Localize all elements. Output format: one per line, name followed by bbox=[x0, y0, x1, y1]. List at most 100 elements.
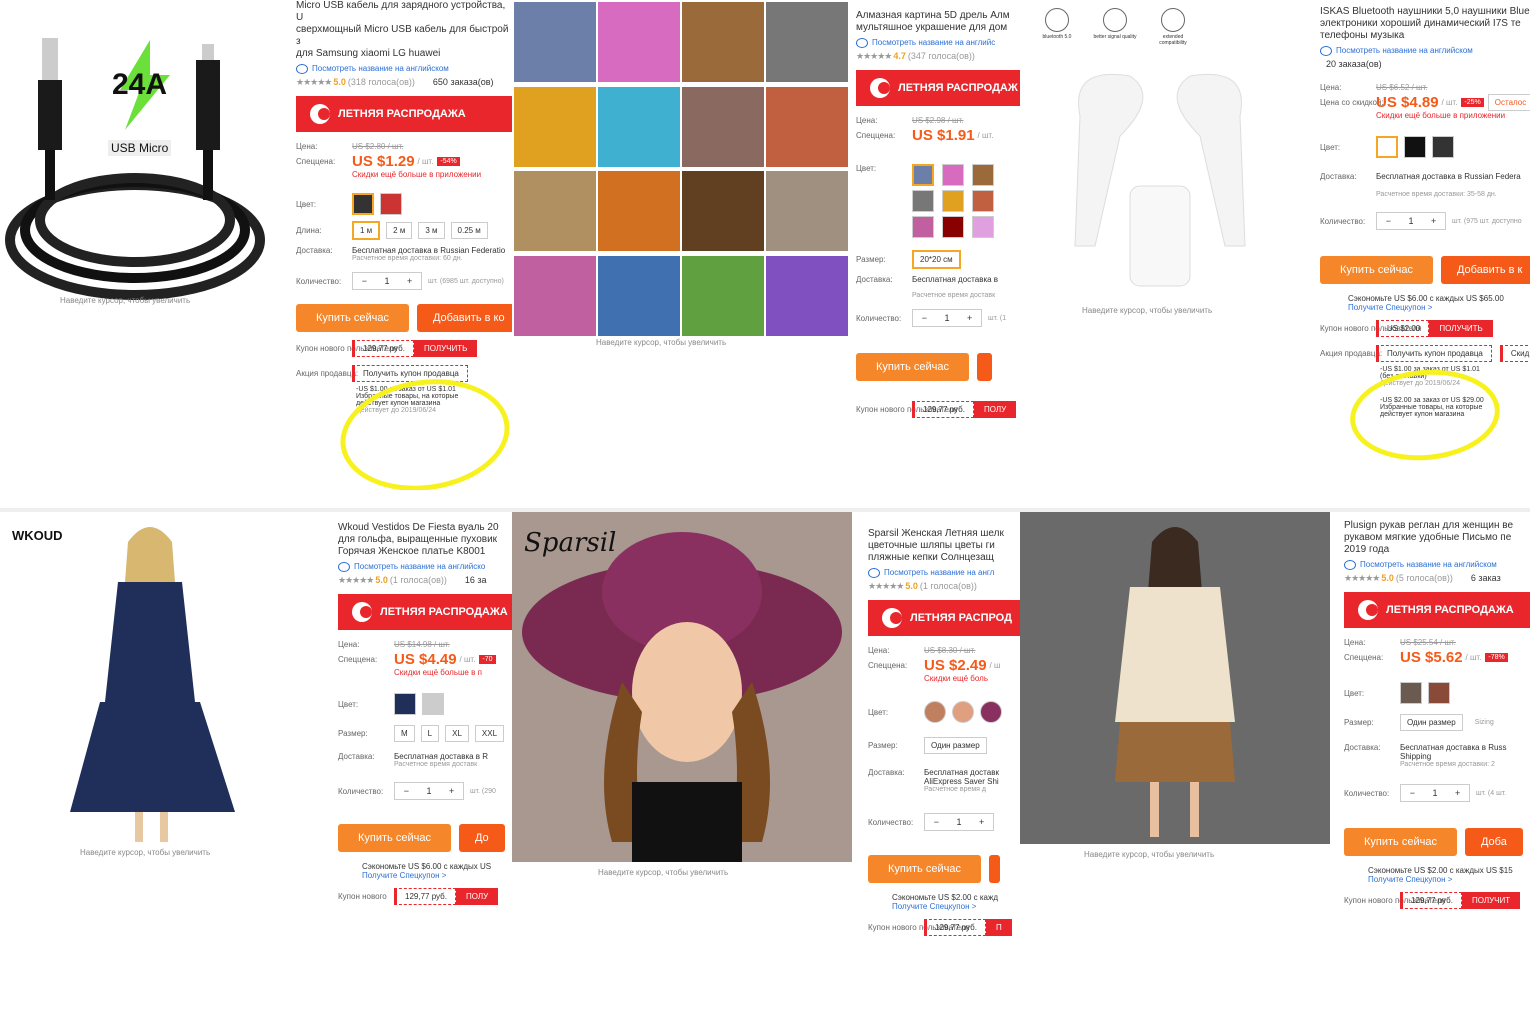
size-option[interactable]: XL bbox=[445, 725, 469, 742]
app-discount-link[interactable]: Скидки ещё больше в приложении bbox=[1376, 111, 1530, 120]
app-discount-link[interactable]: Скидки ещё больше в приложении bbox=[352, 170, 512, 179]
add-to-cart-button[interactable]: Добавить в к bbox=[1440, 256, 1530, 284]
translate-icon bbox=[868, 568, 880, 578]
color-swatch-2[interactable] bbox=[952, 701, 974, 723]
sale-price: US $1.29 bbox=[352, 153, 415, 170]
add-to-cart-button[interactable] bbox=[988, 855, 1001, 883]
product-image[interactable]: Sparsil bbox=[512, 512, 852, 862]
buy-now-button[interactable]: Купить сейчас bbox=[868, 855, 981, 883]
zoom-hint: Наведите курсор, чтобы увеличить bbox=[1084, 850, 1215, 859]
stars-icon: ★★★★★ bbox=[338, 575, 374, 585]
product-title[interactable]: ISKAS Bluetooth наушники 5,0 наушники Bl… bbox=[1320, 6, 1530, 42]
english-title-link[interactable]: Посмотреть название на английском bbox=[1320, 46, 1530, 56]
buy-now-button[interactable]: Купить сейчас bbox=[856, 353, 969, 381]
product-panel-dress: WKOUD Наведите курсор, чтобы увеличить W… bbox=[0, 512, 512, 972]
size-option[interactable]: Один размер bbox=[1400, 714, 1463, 731]
size-option[interactable]: M bbox=[394, 725, 415, 742]
buy-now-button[interactable]: Купить сейчас bbox=[296, 304, 409, 332]
english-title-link[interactable]: Посмотреть название на английском bbox=[296, 64, 512, 74]
spec-coupon-link[interactable]: Получите Спецкупон > bbox=[892, 902, 1020, 911]
product-panel-sweater: Наведите курсор, чтобы увеличить Plusign… bbox=[1020, 512, 1530, 992]
get-coupon-button[interactable]: ПОЛУ bbox=[973, 401, 1017, 418]
seller-coupon-dropdown[interactable]: Получить купон продавца bbox=[1376, 345, 1492, 362]
product-title[interactable]: Алмазная картина 5D дрель Алм мультяшное… bbox=[856, 10, 1020, 34]
product-info: Sparsil Женская Летняя шелк цветочные шл… bbox=[868, 528, 1020, 936]
english-title-link[interactable]: Посмотреть название на английско bbox=[338, 562, 512, 572]
quantity-stepper[interactable]: −1 + bbox=[1400, 784, 1470, 802]
product-title[interactable]: Micro USB кабель для зарядного устройств… bbox=[296, 0, 512, 60]
color-swatch-grid[interactable] bbox=[912, 164, 998, 238]
product-panel-hat: Sparsil Наведите курсор, чтобы увеличить… bbox=[512, 512, 1020, 1020]
brand-logo: Sparsil bbox=[524, 528, 617, 558]
buy-now-button[interactable]: Купить сейчас bbox=[338, 824, 451, 852]
size-option[interactable]: 20*20 см bbox=[912, 250, 961, 269]
old-price: US $2.80 / шт. bbox=[352, 142, 404, 151]
color-swatch-2[interactable] bbox=[380, 193, 402, 215]
product-image[interactable]: bluetooth 5.0 better signal quality exte… bbox=[1020, 0, 1300, 315]
english-title-link[interactable]: Посмотреть название на английском bbox=[1344, 560, 1530, 570]
get-coupon-button[interactable]: ПОЛУЧИТЬ bbox=[1429, 320, 1493, 337]
summer-sale-banner: ЛЕТНЯЯ РАСПРОД bbox=[868, 600, 1020, 636]
spec-coupon-offer: Сэкономьте US $6.00 с каждых US $65.00 По… bbox=[1348, 294, 1530, 312]
get-coupon-button[interactable]: ПОЛУ bbox=[455, 888, 499, 905]
rating-row: ★★★★★ 5.0 (1 голоса(ов)) bbox=[868, 581, 977, 591]
size-option[interactable]: XXL bbox=[474, 725, 505, 742]
app-discount-link[interactable]: Скидки ещё боль bbox=[924, 674, 1020, 683]
color-swatch-2[interactable] bbox=[1428, 682, 1450, 704]
discount-badge: -54% bbox=[437, 157, 460, 166]
sizing-link[interactable]: Sizing bbox=[1475, 719, 1494, 726]
length-option[interactable]: 3 м bbox=[418, 222, 445, 239]
color-swatch-2[interactable] bbox=[422, 693, 444, 715]
length-option[interactable]: 2 м bbox=[386, 222, 413, 239]
spec-coupon-offer: Сэкономьте US $2.00 с каждых US $15 Получ… bbox=[1368, 866, 1530, 884]
add-to-cart-button[interactable]: Добавить в ко bbox=[416, 304, 512, 332]
translate-icon bbox=[1344, 560, 1356, 570]
amp-label: 24A bbox=[112, 68, 168, 101]
english-title-link[interactable]: Посмотреть название на английс bbox=[856, 38, 1020, 48]
color-swatch-1[interactable] bbox=[394, 693, 416, 715]
get-coupon-button[interactable]: П bbox=[985, 919, 1012, 936]
color-swatch-2[interactable] bbox=[1404, 136, 1426, 158]
add-to-cart-button[interactable]: Доба bbox=[1464, 828, 1523, 856]
product-image[interactable]: WKOUD Наведите курсор, чтобы увеличить bbox=[0, 512, 320, 857]
rating-row: ★★★★★ 5.0 (1 голоса(ов)) 16 за bbox=[338, 575, 487, 585]
get-coupon-button[interactable]: ПОЛУЧИТЬ bbox=[413, 340, 478, 357]
color-swatch-1[interactable] bbox=[352, 193, 374, 215]
summer-sale-banner: ЛЕТНЯЯ РАСПРОДАЖА bbox=[1344, 592, 1530, 628]
length-option[interactable]: 0.25 м bbox=[450, 222, 488, 239]
add-to-cart-button[interactable] bbox=[976, 353, 993, 381]
buy-now-button[interactable]: Купить сейчас bbox=[1344, 828, 1457, 856]
color-swatch-1[interactable] bbox=[1376, 136, 1398, 158]
product-title[interactable]: Plusign рукав реглан для женщин ве рукав… bbox=[1344, 520, 1530, 556]
color-swatch-1[interactable] bbox=[1400, 682, 1422, 704]
spec-coupon-link[interactable]: Получите Спецкупон > bbox=[1368, 875, 1530, 884]
quantity-stepper[interactable]: −1 + bbox=[924, 813, 994, 831]
phone-icon bbox=[1161, 8, 1185, 32]
spec-coupon-link[interactable]: Получите Спецкупон > bbox=[362, 871, 512, 880]
product-title[interactable]: Sparsil Женская Летняя шелк цветочные шл… bbox=[868, 528, 1020, 564]
add-to-cart-button[interactable]: До bbox=[458, 824, 505, 852]
spec-coupon-offer: Сэкономьте US $2.00 с кажд Получите Спецк… bbox=[892, 893, 1020, 911]
get-coupon-button[interactable]: ПОЛУЧИТ bbox=[1461, 892, 1521, 909]
color-swatch-3[interactable] bbox=[1432, 136, 1454, 158]
quantity-stepper[interactable]: −1 + bbox=[912, 309, 982, 327]
quantity-stepper[interactable]: −1 + bbox=[394, 782, 464, 800]
buy-now-button[interactable]: Купить сейчас bbox=[1320, 256, 1433, 284]
product-image-grid[interactable] bbox=[512, 0, 848, 340]
product-image[interactable]: 24A USB Micro Наведите курсор, чтобы уве… bbox=[0, 0, 285, 305]
english-title-link[interactable]: Посмотреть название на англ bbox=[868, 568, 1020, 578]
quantity-stepper[interactable]: −1 + bbox=[352, 272, 422, 290]
translate-icon bbox=[338, 562, 350, 572]
size-option[interactable]: Один размер bbox=[924, 737, 987, 754]
app-discount-link[interactable]: Скидки ещё больше в п bbox=[394, 668, 512, 677]
product-title[interactable]: Wkoud Vestidos De Fiesta вуаль 20 для го… bbox=[338, 522, 512, 558]
size-option[interactable]: L bbox=[420, 725, 440, 742]
quantity-stepper[interactable]: −1 + bbox=[1376, 212, 1446, 230]
summer-sale-banner: ЛЕТНЯЯ РАСПРОДАЖА bbox=[338, 594, 512, 630]
spec-coupon-link[interactable]: Получите Спецкупон > bbox=[1348, 303, 1530, 312]
color-swatch-1[interactable] bbox=[924, 701, 946, 723]
length-option[interactable]: 1 м bbox=[352, 221, 381, 240]
product-image[interactable] bbox=[1020, 512, 1330, 844]
color-swatch-3[interactable] bbox=[980, 701, 1002, 723]
stars-icon: ★★★★★ bbox=[856, 51, 892, 61]
